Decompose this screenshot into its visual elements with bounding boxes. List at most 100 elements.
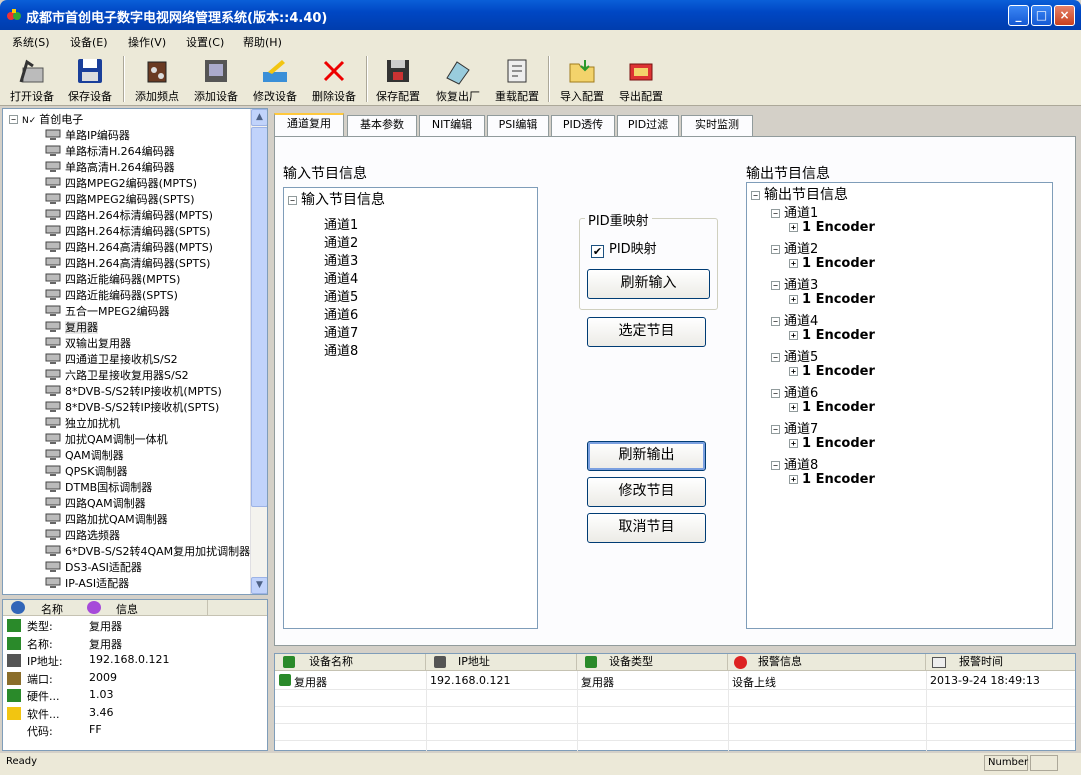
tree-item[interactable]: 8*DVB-S/S2转IP接收机(MPTS) — [45, 383, 222, 399]
tree-item[interactable]: QPSK调制器 — [45, 463, 128, 479]
factory-reset-button[interactable]: 恢复出厂 — [430, 54, 486, 104]
tree-item[interactable]: 四路H.264高清编码器(MPTS) — [45, 239, 213, 255]
refresh-output-button[interactable]: 刷新输出 — [587, 441, 706, 471]
save-device-button[interactable]: 保存设备 — [64, 54, 116, 104]
open-device-button[interactable]: 打开设备 — [6, 54, 58, 104]
collapse-icon[interactable]: − — [771, 461, 780, 470]
collapse-icon[interactable]: − — [751, 191, 760, 200]
tree-item[interactable]: 单路IP编码器 — [45, 127, 130, 143]
tree-item[interactable]: QAM调制器 — [45, 447, 124, 463]
col-device-type[interactable]: 设备类型 — [577, 654, 728, 671]
input-channel-node[interactable]: 通道2 — [324, 232, 358, 251]
col-alarm-time[interactable]: 报警时间 — [926, 654, 1075, 671]
tab-nit-edit[interactable]: NIT编辑 — [419, 115, 485, 136]
tree-item[interactable]: 6*DVB-S/S2转4QAM复用加扰调制器 — [45, 543, 250, 559]
tree-item[interactable]: DTMB国标调制器 — [45, 479, 152, 495]
encoder-node[interactable]: +1 Encoder — [789, 256, 875, 271]
tree-root[interactable]: − N✓ 首创电子 — [9, 111, 83, 127]
add-frequency-button[interactable]: 添加频点 — [130, 54, 184, 104]
tree-item[interactable]: DS3-ASI适配器 — [45, 559, 142, 575]
collapse-icon[interactable]: − — [9, 115, 18, 124]
tab-psi-edit[interactable]: PSI编辑 — [487, 115, 549, 136]
output-channel-node[interactable]: − 通道5 — [771, 346, 818, 365]
encoder-node[interactable]: +1 Encoder — [789, 364, 875, 379]
delete-device-button[interactable]: 删除设备 — [308, 54, 360, 104]
reload-config-button[interactable]: 重载配置 — [490, 54, 544, 104]
collapse-icon[interactable]: − — [288, 196, 297, 205]
minimize-button[interactable]: _ — [1008, 5, 1029, 26]
collapse-icon[interactable]: − — [771, 317, 780, 326]
encoder-node[interactable]: +1 Encoder — [789, 400, 875, 415]
menu-operate[interactable]: 操作(V) — [128, 34, 166, 50]
output-channel-node[interactable]: − 通道4 — [771, 310, 818, 329]
expand-icon[interactable]: + — [789, 367, 798, 376]
menu-help[interactable]: 帮助(H) — [243, 34, 282, 50]
tab-realtime-monitor[interactable]: 实时监测 — [681, 115, 753, 136]
expand-icon[interactable]: + — [789, 295, 798, 304]
modify-program-button[interactable]: 修改节目 — [587, 477, 706, 507]
tree-item[interactable]: 四路MPEG2编码器(SPTS) — [45, 191, 195, 207]
output-program-tree[interactable]: − 输出节目信息 − 通道1 +1 Encoder − 通道2 +1 Encoder − 通道3… — [746, 182, 1053, 629]
tree-item[interactable]: 加扰QAM调制一体机 — [45, 431, 168, 447]
output-tree-root[interactable]: 输出节目信息 — [764, 187, 848, 203]
output-channel-node[interactable]: − 通道6 — [771, 382, 818, 401]
tree-item[interactable]: 双输出复用器 — [45, 335, 131, 351]
collapse-icon[interactable]: − — [771, 245, 780, 254]
tree-item[interactable]: 四路近能编码器(SPTS) — [45, 287, 178, 303]
tree-item[interactable]: 四路近能编码器(MPTS) — [45, 271, 180, 287]
expand-icon[interactable]: + — [789, 259, 798, 268]
input-channel-node[interactable]: 通道6 — [324, 304, 358, 323]
pid-map-checkbox[interactable]: ✔ PID映射 — [591, 238, 657, 258]
tree-item[interactable]: IP-ASI适配器 — [45, 575, 129, 591]
output-channel-node[interactable]: − 通道3 — [771, 274, 818, 293]
encoder-node[interactable]: +1 Encoder — [789, 292, 875, 307]
input-tree-root[interactable]: 输入节目信息 — [301, 192, 385, 208]
output-channel-node[interactable]: − 通道8 — [771, 454, 818, 473]
tab-pid-passthrough[interactable]: PID透传 — [551, 115, 615, 136]
expand-icon[interactable]: + — [789, 475, 798, 484]
tree-item[interactable]: 8*DVB-S/S2转IP接收机(SPTS) — [45, 399, 219, 415]
tab-basic-params[interactable]: 基本参数 — [347, 115, 417, 136]
output-channel-node[interactable]: − 通道7 — [771, 418, 818, 437]
input-channel-node[interactable]: 通道8 — [324, 340, 358, 359]
output-channel-node[interactable]: − 通道2 — [771, 238, 818, 257]
tree-item[interactable]: 四路H.264标清编码器(SPTS) — [45, 223, 210, 239]
tree-item[interactable]: 四路H.264高清编码器(SPTS) — [45, 255, 210, 271]
import-config-button[interactable]: 导入配置 — [555, 54, 609, 104]
tree-item[interactable]: 四路MPEG2编码器(MPTS) — [45, 175, 197, 191]
tree-item[interactable]: 独立加扰机 — [45, 415, 120, 431]
scroll-thumb[interactable] — [251, 127, 267, 507]
output-channel-node[interactable]: − 通道1 — [771, 202, 818, 221]
save-config-button[interactable]: 保存配置 — [372, 54, 424, 104]
tree-item[interactable]: 四路H.264标清编码器(MPTS) — [45, 207, 213, 223]
maximize-button[interactable]: □ — [1031, 5, 1052, 26]
tree-item[interactable]: 单路标清H.264编码器 — [45, 143, 175, 159]
tree-item[interactable]: 六路卫星接收复用器S/S2 — [45, 367, 189, 383]
encoder-node[interactable]: +1 Encoder — [789, 436, 875, 451]
add-device-button[interactable]: 添加设备 — [190, 54, 242, 104]
menu-device[interactable]: 设备(E) — [70, 34, 108, 50]
collapse-icon[interactable]: − — [771, 389, 780, 398]
encoder-node[interactable]: +1 Encoder — [789, 328, 875, 343]
tab-channel-mux[interactable]: 通道复用 — [274, 113, 344, 137]
input-channel-node[interactable]: 通道7 — [324, 322, 358, 341]
close-button[interactable]: × — [1054, 5, 1075, 26]
expand-icon[interactable]: + — [789, 439, 798, 448]
cancel-program-button[interactable]: 取消节目 — [587, 513, 706, 543]
info-value-header[interactable]: 信息 — [116, 601, 138, 617]
tree-item[interactable]: 四通道卫星接收机S/S2 — [45, 351, 178, 367]
scroll-up-button[interactable]: ▲ — [251, 109, 267, 126]
collapse-icon[interactable]: − — [771, 353, 780, 362]
encoder-node[interactable]: +1 Encoder — [789, 220, 875, 235]
col-ip[interactable]: IP地址 — [426, 654, 577, 671]
input-channel-node[interactable]: 通道4 — [324, 268, 358, 287]
tree-item[interactable]: 单路高清H.264编码器 — [45, 159, 175, 175]
expand-icon[interactable]: + — [789, 331, 798, 340]
tree-item[interactable]: 复用器 — [45, 319, 98, 335]
col-device-name[interactable]: 设备名称 — [275, 654, 426, 671]
modify-device-button[interactable]: 修改设备 — [249, 54, 301, 104]
tree-item[interactable]: 四路加扰QAM调制器 — [45, 511, 168, 527]
collapse-icon[interactable]: − — [771, 209, 780, 218]
select-program-button[interactable]: 选定节目 — [587, 317, 706, 347]
tab-pid-filter[interactable]: PID过滤 — [617, 115, 679, 136]
